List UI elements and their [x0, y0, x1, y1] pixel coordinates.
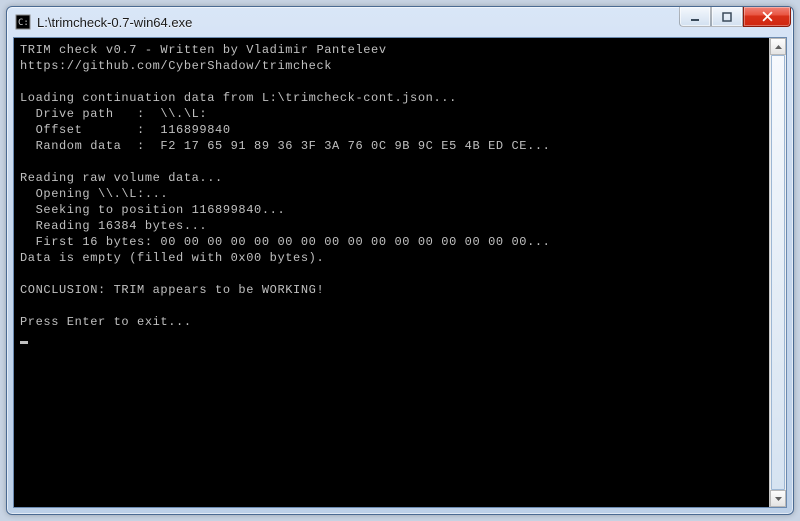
scrollbar-thumb[interactable] — [771, 55, 785, 490]
close-button[interactable] — [743, 7, 791, 27]
line-opening: Opening \\.\L:... — [20, 187, 168, 201]
window-title: L:\trimcheck-0.7-win64.exe — [37, 15, 679, 30]
scrollbar-track[interactable] — [770, 55, 786, 490]
app-icon: C: — [15, 14, 31, 30]
line-read-bytes: Reading 16384 bytes... — [20, 219, 207, 233]
line-seeking: Seeking to position 116899840... — [20, 203, 285, 217]
maximize-button[interactable] — [711, 7, 743, 27]
line-drive-path: Drive path : \\.\L: — [20, 107, 207, 121]
console-output[interactable]: TRIM check v0.7 - Written by Vladimir Pa… — [14, 38, 769, 507]
scroll-up-button[interactable] — [770, 38, 786, 55]
scroll-down-button[interactable] — [770, 490, 786, 507]
minimize-button[interactable] — [679, 7, 711, 27]
vertical-scrollbar[interactable] — [769, 38, 786, 507]
line-offset: Offset : 116899840 — [20, 123, 231, 137]
client-area: TRIM check v0.7 - Written by Vladimir Pa… — [13, 37, 787, 508]
line-first16: First 16 bytes: 00 00 00 00 00 00 00 00 … — [20, 235, 550, 249]
line-reading: Reading raw volume data... — [20, 171, 223, 185]
line-random-data: Random data : F2 17 65 91 89 36 3F 3A 76… — [20, 139, 550, 153]
line-header1: TRIM check v0.7 - Written by Vladimir Pa… — [20, 43, 387, 57]
svg-text:C:: C: — [18, 18, 29, 28]
line-header2: https://github.com/CyberShadow/trimcheck — [20, 59, 332, 73]
console-cursor — [20, 341, 28, 344]
window-frame: C: L:\trimcheck-0.7-win64.exe TRIM check… — [6, 6, 794, 515]
line-empty: Data is empty (filled with 0x00 bytes). — [20, 251, 324, 265]
line-loading: Loading continuation data from L:\trimch… — [20, 91, 457, 105]
line-conclusion: CONCLUSION: TRIM appears to be WORKING! — [20, 283, 324, 297]
titlebar[interactable]: C: L:\trimcheck-0.7-win64.exe — [7, 7, 793, 37]
line-press-enter: Press Enter to exit... — [20, 315, 192, 329]
window-controls — [679, 7, 791, 27]
